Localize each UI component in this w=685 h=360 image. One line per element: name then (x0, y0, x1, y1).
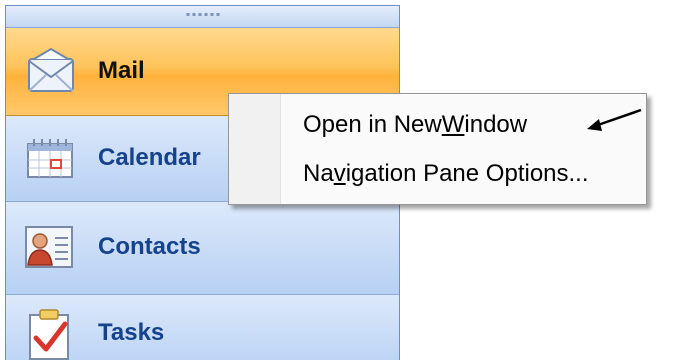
nav-label-tasks: Tasks (98, 319, 165, 346)
menu-icon-gutter (229, 94, 281, 204)
contact-card-icon (25, 226, 73, 268)
menu-item-label-post: igation Pane Options... (345, 160, 589, 187)
nav-label-mail: Mail (98, 57, 145, 84)
menu-item-label-pre: Na (303, 160, 334, 187)
grip-dots-icon (186, 13, 219, 16)
calendar-icon (27, 139, 73, 178)
menu-item-mnemonic: v (333, 160, 346, 187)
pane-resize-grip[interactable] (6, 6, 399, 28)
annotation-arrow-icon (587, 108, 642, 131)
menu-item-label-pre: Open in New (303, 111, 442, 138)
menu-item-navigation-pane-options[interactable]: Na v igation Pane Options... (281, 152, 646, 196)
nav-button-contacts[interactable]: Contacts (6, 202, 399, 295)
menu-item-label-post: indow (464, 111, 528, 138)
envelope-icon (28, 47, 74, 92)
menu-item-mnemonic: W (441, 111, 465, 138)
nav-label-contacts: Contacts (98, 233, 201, 260)
nav-button-tasks[interactable]: Tasks (6, 295, 399, 360)
checkmark-clipboard-icon (29, 309, 69, 360)
nav-label-calendar: Calendar (98, 144, 201, 171)
